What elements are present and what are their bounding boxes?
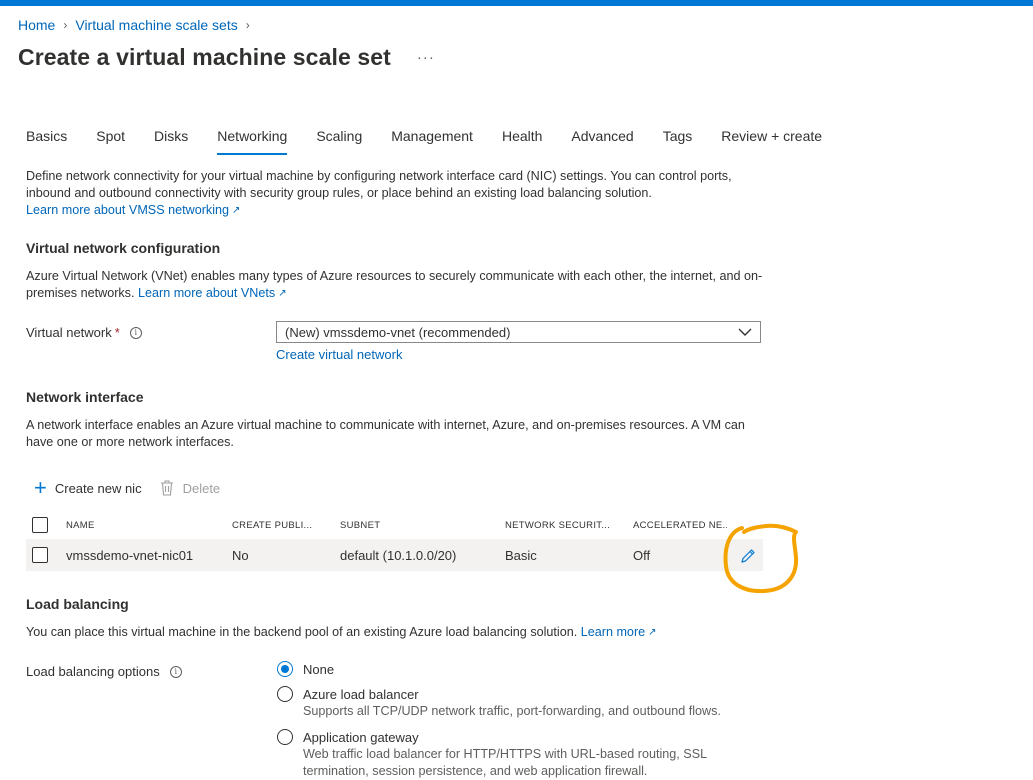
chevron-right-icon: › bbox=[63, 18, 68, 32]
column-header-subnet: SUBNET bbox=[340, 519, 381, 531]
table-row[interactable]: vmssdemo-vnet-nic01 No default (10.1.0.0… bbox=[26, 539, 763, 571]
networking-description: Define network connectivity for your vir… bbox=[26, 169, 732, 217]
page-title: Create a virtual machine scale set bbox=[18, 44, 391, 70]
learn-more-lb-link[interactable]: Learn more ↗ bbox=[581, 625, 657, 639]
tab-networking[interactable]: Networking bbox=[217, 128, 288, 155]
select-all-checkbox[interactable] bbox=[32, 517, 48, 533]
chevron-down-icon bbox=[738, 328, 752, 336]
nic-toolbar: + Create new nic Delete bbox=[34, 475, 238, 500]
column-header-nsg: NETWORK SECURIT... bbox=[505, 519, 611, 531]
pencil-edit-icon[interactable] bbox=[740, 548, 756, 564]
lb-description: You can place this virtual machine in th… bbox=[26, 625, 657, 639]
more-options-icon[interactable]: ··· bbox=[417, 49, 435, 66]
create-new-nic-button[interactable]: + Create new nic bbox=[34, 475, 142, 500]
tab-disks[interactable]: Disks bbox=[154, 128, 188, 154]
radio-button-none[interactable] bbox=[277, 661, 293, 677]
chevron-right-icon: › bbox=[245, 18, 250, 32]
nic-public-ip: No bbox=[232, 547, 249, 563]
radio-application-gateway[interactable]: Application gateway Web traffic load bal… bbox=[277, 729, 753, 780]
tab-health[interactable]: Health bbox=[502, 128, 542, 154]
column-header-name: NAME bbox=[66, 519, 95, 531]
breadcrumb: Home › Virtual machine scale sets › bbox=[18, 17, 258, 33]
breadcrumb-vmss[interactable]: Virtual machine scale sets bbox=[75, 17, 237, 33]
plus-icon: + bbox=[34, 475, 47, 500]
virtual-network-dropdown[interactable]: (New) vmssdemo-vnet (recommended) bbox=[276, 321, 761, 343]
nic-nsg: Basic bbox=[505, 547, 537, 563]
tab-spot[interactable]: Spot bbox=[96, 128, 125, 154]
info-icon[interactable]: i bbox=[129, 326, 142, 339]
lb-options-radio-group: None Azure load balancer Supports all TC… bbox=[277, 661, 753, 780]
tab-scaling[interactable]: Scaling bbox=[316, 128, 362, 154]
column-header-public-ip: CREATE PUBLI... bbox=[232, 519, 313, 531]
trash-icon bbox=[160, 480, 173, 496]
lb-section-title: Load balancing bbox=[26, 596, 129, 612]
tab-bar: Basics Spot Disks Networking Scaling Man… bbox=[26, 128, 851, 156]
lb-options-label: Load balancing options i bbox=[26, 664, 182, 679]
nic-table: NAME CREATE PUBLI... SUBNET NETWORK SECU… bbox=[26, 511, 763, 571]
nic-name: vmssdemo-vnet-nic01 bbox=[66, 547, 194, 563]
nic-description: A network interface enables an Azure vir… bbox=[26, 418, 745, 449]
virtual-network-label: Virtual network * i bbox=[26, 325, 142, 340]
nic-subnet: default (10.1.0.0/20) bbox=[340, 547, 457, 563]
breadcrumb-home[interactable]: Home bbox=[18, 17, 55, 33]
radio-azure-load-balancer[interactable]: Azure load balancer Supports all TCP/UDP… bbox=[277, 686, 753, 720]
info-icon[interactable]: i bbox=[169, 665, 182, 678]
radio-button-azure-lb[interactable] bbox=[277, 686, 293, 702]
tab-tags[interactable]: Tags bbox=[663, 128, 693, 154]
table-header: NAME CREATE PUBLI... SUBNET NETWORK SECU… bbox=[26, 511, 763, 539]
tab-advanced[interactable]: Advanced bbox=[571, 128, 633, 154]
nic-accelerated: Off bbox=[633, 547, 651, 563]
delete-nic-button[interactable]: Delete bbox=[160, 480, 220, 496]
learn-more-vmss-networking-link[interactable]: Learn more about VMSS networking ↗ bbox=[26, 203, 240, 217]
learn-more-vnets-link[interactable]: Learn more about VNets ↗ bbox=[138, 286, 287, 300]
vnet-description: Azure Virtual Network (VNet) enables man… bbox=[26, 269, 763, 300]
top-accent-bar bbox=[0, 0, 1033, 6]
radio-none[interactable]: None bbox=[277, 661, 753, 678]
tab-management[interactable]: Management bbox=[391, 128, 473, 154]
nic-section-title: Network interface bbox=[26, 389, 144, 405]
create-virtual-network-link[interactable]: Create virtual network bbox=[276, 347, 402, 362]
tab-review-create[interactable]: Review + create bbox=[721, 128, 822, 154]
radio-button-app-gateway[interactable] bbox=[277, 729, 293, 745]
row-checkbox[interactable] bbox=[32, 547, 48, 563]
external-link-icon: ↗ bbox=[278, 288, 287, 299]
required-asterisk: * bbox=[114, 325, 120, 340]
tab-basics[interactable]: Basics bbox=[26, 128, 67, 154]
external-link-icon: ↗ bbox=[232, 205, 241, 216]
vnet-section-title: Virtual network configuration bbox=[26, 240, 221, 256]
column-header-accelerated: ACCELERATED NE... bbox=[633, 519, 727, 531]
external-link-icon: ↗ bbox=[648, 627, 657, 638]
